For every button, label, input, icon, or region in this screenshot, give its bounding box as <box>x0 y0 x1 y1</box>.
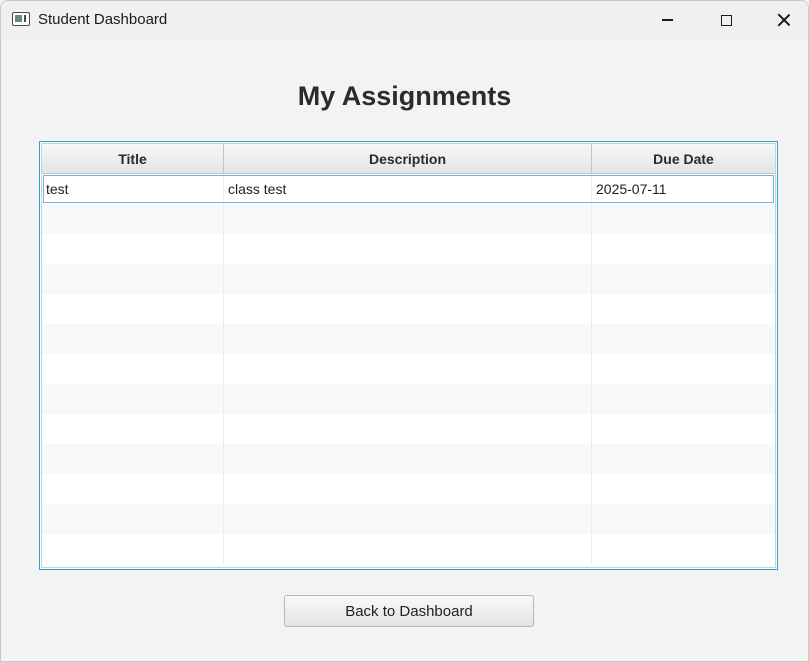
cell-title <box>42 444 224 474</box>
app-window: Student Dashboard My Assignments Title D… <box>0 0 809 662</box>
close-icon <box>777 13 791 27</box>
cell-due-date <box>592 474 775 504</box>
empty-table-row[interactable] <box>42 234 775 264</box>
cell-description <box>224 534 592 564</box>
table-rows: test class test 2025-07-11 <box>42 174 775 567</box>
cell-due-date <box>592 264 775 294</box>
cell-description <box>224 504 592 534</box>
empty-table-row[interactable] <box>42 324 775 354</box>
cell-title <box>42 324 224 354</box>
cell-title <box>42 234 224 264</box>
cell-description <box>224 474 592 504</box>
window-title: Student Dashboard <box>38 11 168 28</box>
cell-title <box>42 294 224 324</box>
cell-due-date <box>592 324 775 354</box>
maximize-button[interactable] <box>697 1 755 39</box>
cell-description: class test <box>224 174 592 204</box>
cell-description <box>224 294 592 324</box>
cell-due-date <box>592 294 775 324</box>
empty-table-row[interactable] <box>42 444 775 474</box>
cell-description <box>224 234 592 264</box>
empty-table-row[interactable] <box>42 504 775 534</box>
empty-table-row[interactable] <box>42 414 775 444</box>
cell-due-date <box>592 384 775 414</box>
cell-description <box>224 204 592 234</box>
empty-table-row[interactable] <box>42 354 775 384</box>
cell-title <box>42 384 224 414</box>
cell-description <box>224 444 592 474</box>
empty-table-row[interactable] <box>42 474 775 504</box>
close-button[interactable] <box>755 1 808 39</box>
cell-due-date: 2025-07-11 <box>596 181 667 197</box>
cell-title <box>42 414 224 444</box>
cell-description <box>224 384 592 414</box>
cell-title: test <box>42 174 224 204</box>
empty-table-row[interactable] <box>42 384 775 414</box>
cell-due-date <box>592 204 775 234</box>
cell-due-date <box>592 354 775 384</box>
cell-title <box>42 204 224 234</box>
cell-due-date <box>592 414 775 444</box>
cell-description <box>224 264 592 294</box>
cell-due-date <box>592 504 775 534</box>
column-header-title[interactable]: Title <box>42 144 224 174</box>
page-title: My Assignments <box>297 81 512 111</box>
empty-table-row[interactable] <box>42 294 775 324</box>
cell-title <box>42 504 224 534</box>
empty-table-row[interactable] <box>42 264 775 294</box>
cell-description <box>224 324 592 354</box>
minimize-button[interactable] <box>638 1 696 39</box>
cell-description <box>224 414 592 444</box>
minimize-icon <box>661 19 673 21</box>
table-row[interactable]: test class test 2025-07-11 <box>42 174 775 204</box>
cell-due-date <box>592 444 775 474</box>
column-header-description[interactable]: Description <box>224 144 592 174</box>
assignments-table[interactable]: Title Description Due Date test class tes… <box>39 141 778 570</box>
table-header: Title Description Due Date <box>42 144 775 174</box>
back-to-dashboard-button[interactable]: Back to Dashboard <box>284 595 534 627</box>
table-body-frame: Title Description Due Date test class tes… <box>41 143 776 568</box>
cell-description <box>224 354 592 384</box>
empty-table-row[interactable] <box>42 204 775 234</box>
cell-title <box>42 354 224 384</box>
cell-title <box>42 534 224 564</box>
cell-due-date <box>592 234 775 264</box>
empty-table-row[interactable] <box>42 534 775 564</box>
cell-title <box>42 474 224 504</box>
cell-title <box>42 264 224 294</box>
column-header-due-date[interactable]: Due Date <box>592 144 775 174</box>
maximize-icon <box>720 14 732 26</box>
title-bar[interactable]: Student Dashboard <box>1 1 808 39</box>
cell-due-date <box>592 534 775 564</box>
app-icon <box>12 12 30 26</box>
